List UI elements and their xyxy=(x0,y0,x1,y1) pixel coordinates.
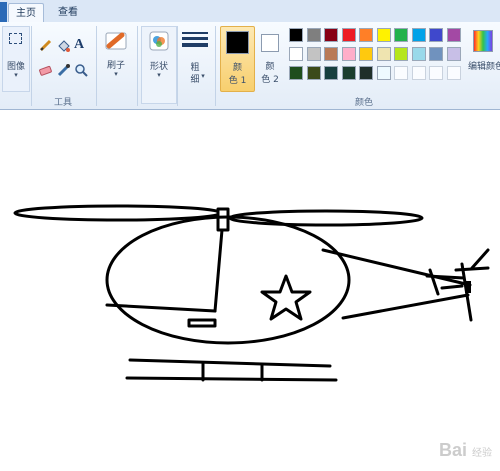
helicopter-drawing xyxy=(13,204,490,382)
tab-home[interactable]: 主页 xyxy=(8,3,44,23)
palette-swatch[interactable] xyxy=(394,66,408,80)
ribbon: 图像 ▾ A 工具 刷子 ▾ 形状 ▾ 粗 细 ▾ 颜 色 1 颜 色 2 颜色… xyxy=(0,22,500,110)
palette-swatch[interactable] xyxy=(324,66,338,80)
color1-swatch xyxy=(226,31,249,54)
color2-swatch xyxy=(261,34,279,52)
palette-swatch[interactable] xyxy=(289,47,303,61)
palette-swatch[interactable] xyxy=(289,28,303,42)
color1-label-line-1: 颜 xyxy=(232,63,242,73)
shapes-dropdown-icon: ▾ xyxy=(157,71,161,79)
palette-swatch[interactable] xyxy=(411,47,426,61)
palette-swatch[interactable] xyxy=(359,66,373,80)
palette-swatch[interactable] xyxy=(341,47,356,61)
brush-icon xyxy=(104,30,128,52)
magnifier-icon[interactable] xyxy=(74,63,89,78)
palette-swatch[interactable] xyxy=(429,28,443,42)
palette-swatch[interactable] xyxy=(376,47,391,61)
color1-button[interactable]: 颜 色 1 xyxy=(220,26,255,92)
palette-swatch[interactable] xyxy=(446,47,461,61)
color-picker-icon[interactable] xyxy=(56,63,71,78)
ribbon-tab-bar: 主页 查看 xyxy=(0,0,500,23)
rainbow-palette-icon xyxy=(473,30,493,52)
palette-swatch[interactable] xyxy=(394,47,408,61)
palette-swatch[interactable] xyxy=(324,47,338,61)
size-button[interactable]: 粗 细 ▾ xyxy=(180,26,210,90)
palette-swatch[interactable] xyxy=(411,28,426,42)
palette-swatch[interactable] xyxy=(446,28,461,42)
palette-swatch[interactable] xyxy=(359,47,373,61)
shapes-button[interactable]: 形状 ▾ xyxy=(141,26,177,104)
edit-colors-button[interactable]: 编辑颜色 xyxy=(466,26,500,90)
file-menu-button[interactable] xyxy=(0,2,7,22)
fill-icon[interactable] xyxy=(56,38,71,53)
palette-swatch[interactable] xyxy=(341,66,356,80)
palette-swatch[interactable] xyxy=(429,66,443,80)
color2-label-line-2: 色 2 xyxy=(261,75,279,85)
colors-group-label: 颜色 xyxy=(354,98,373,108)
edit-colors-label: 编辑颜色 xyxy=(467,62,500,72)
palette-swatch[interactable] xyxy=(359,28,373,42)
palette-swatch[interactable] xyxy=(429,47,443,61)
shapes-icon xyxy=(149,31,169,51)
color2-button[interactable]: 颜 色 2 xyxy=(256,26,284,90)
palette-swatch[interactable] xyxy=(341,28,356,42)
size-dropdown-icon: ▾ xyxy=(201,72,205,80)
color-palette xyxy=(289,28,465,84)
palette-swatch[interactable] xyxy=(324,28,338,42)
drawing-canvas[interactable]: Bai 经验 xyxy=(0,110,500,467)
image-dropdown-icon: ▾ xyxy=(14,71,18,79)
palette-swatch[interactable] xyxy=(376,28,391,42)
palette-swatch[interactable] xyxy=(394,28,408,42)
select-icon xyxy=(9,33,22,44)
color1-label-line-2: 色 1 xyxy=(228,76,247,86)
brushes-dropdown-icon: ▾ xyxy=(114,70,118,78)
watermark: Bai 经验 xyxy=(438,440,492,460)
tab-view[interactable]: 查看 xyxy=(50,3,86,22)
palette-swatch[interactable] xyxy=(446,66,461,80)
palette-swatch[interactable] xyxy=(411,66,426,80)
tools-group-label: 工具 xyxy=(53,98,72,108)
palette-swatch[interactable] xyxy=(306,66,321,80)
pencil-icon[interactable] xyxy=(38,38,53,53)
text-icon[interactable]: A xyxy=(74,37,89,52)
eraser-icon[interactable] xyxy=(38,63,53,78)
line-size-icon xyxy=(182,32,208,52)
color2-label-line-1: 颜 xyxy=(265,62,275,72)
brushes-button[interactable]: 刷子 ▾ xyxy=(101,26,131,90)
palette-swatch[interactable] xyxy=(289,66,303,80)
palette-swatch[interactable] xyxy=(306,47,321,61)
image-button[interactable]: 图像 ▾ xyxy=(2,26,30,92)
palette-swatch[interactable] xyxy=(306,28,321,42)
palette-swatch[interactable] xyxy=(376,66,391,80)
